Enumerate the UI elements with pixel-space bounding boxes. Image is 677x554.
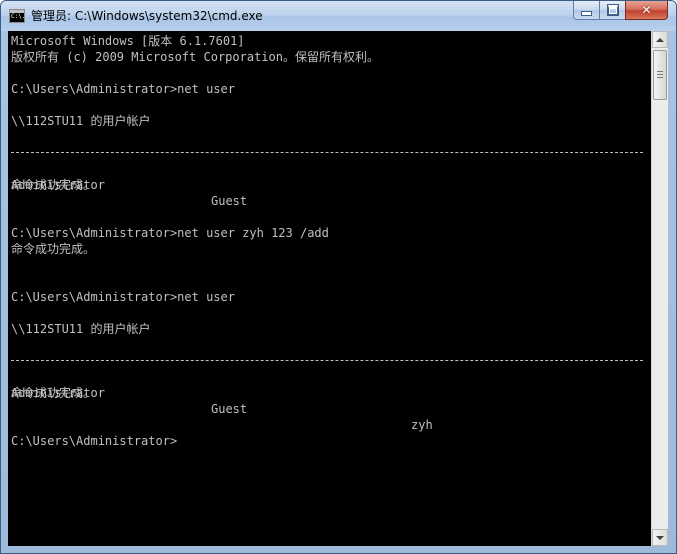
separator-line (11, 360, 643, 361)
cmd-window: C:\. 管理员: C:\Windows\system32\cmd.exe ✕ … (0, 0, 677, 554)
console-line-accounts-header: \\112STU11 的用户帐户 (11, 322, 151, 336)
grip-icon (657, 71, 663, 72)
minimize-icon (581, 10, 592, 16)
grip-icon (657, 77, 663, 78)
separator-line (11, 152, 643, 153)
minimize-button[interactable] (573, 1, 599, 20)
console-line-copyright: 版权所有 (c) 2009 Microsoft Corporation。保留所有… (11, 50, 379, 64)
arrow-down-icon (656, 535, 664, 540)
console-line-success: 命令成功完成。 (11, 242, 96, 256)
console-prompt[interactable]: C:\Users\Administrator> (11, 433, 177, 449)
grip-icon (657, 74, 663, 75)
user-name: zyh (411, 418, 433, 432)
maximize-button[interactable] (599, 1, 625, 20)
console-output[interactable]: Microsoft Windows [版本 6.1.7601] 版权所有 (c)… (8, 31, 651, 546)
console-line-command: C:\Users\Administrator>net user (11, 290, 235, 304)
console-line-success: 命令成功完成。 (11, 386, 96, 400)
user-list-row: Administrator Guest (11, 161, 641, 208)
console-line-command: C:\Users\Administrator>net user (11, 82, 235, 96)
close-icon: ✕ (641, 3, 652, 17)
close-button[interactable]: ✕ (625, 1, 668, 20)
scroll-down-button[interactable] (652, 529, 668, 546)
maximize-icon (606, 4, 619, 16)
user-name: Guest (211, 194, 248, 208)
scroll-thumb[interactable] (653, 50, 667, 100)
scroll-up-button[interactable] (652, 31, 668, 48)
title-bar[interactable]: C:\. 管理员: C:\Windows\system32\cmd.exe ✕ (1, 1, 676, 31)
console-line-accounts-header: \\112STU11 的用户帐户 (11, 114, 151, 128)
console-app-icon[interactable]: C:\. (9, 9, 25, 23)
console-app-icon-label: C:\. (11, 13, 26, 20)
caption-buttons: ✕ (573, 1, 668, 21)
console-line-success: 命令成功完成。 (11, 178, 96, 192)
vertical-scrollbar[interactable] (651, 31, 668, 546)
user-name: Guest (211, 402, 248, 416)
user-list-row: Administrator Guest zyh (11, 369, 641, 432)
console-line-command: C:\Users\Administrator>net user zyh 123 … (11, 226, 329, 240)
window-title: 管理员: C:\Windows\system32\cmd.exe (31, 9, 263, 23)
console-line-version: Microsoft Windows [版本 6.1.7601] (11, 34, 245, 48)
arrow-up-icon (656, 37, 664, 42)
